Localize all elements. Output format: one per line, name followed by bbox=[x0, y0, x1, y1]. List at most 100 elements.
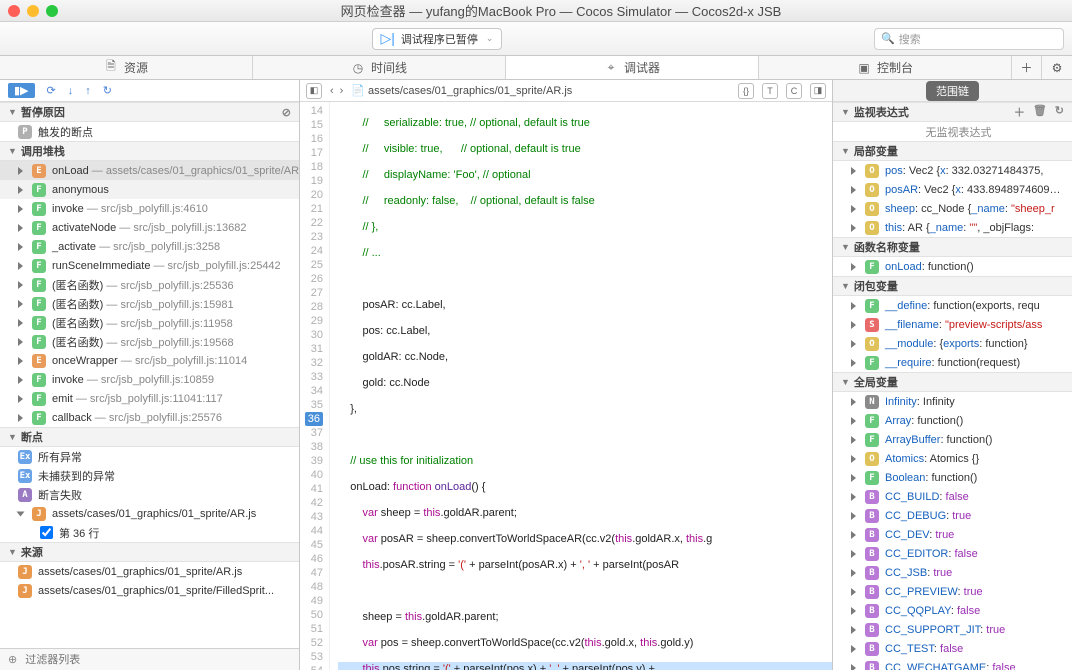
step-btn[interactable]: ↻ bbox=[103, 84, 112, 97]
callstack-frame[interactable]: F(匿名函数) — src/jsb_polyfill.js:19568 bbox=[0, 332, 299, 351]
right-sidebar-toggle[interactable]: ◨ bbox=[810, 83, 826, 99]
type-badge: B bbox=[865, 547, 879, 561]
type-badge: B bbox=[865, 604, 879, 618]
search-field[interactable]: 🔍 搜索 bbox=[874, 28, 1064, 50]
zoom-icon[interactable] bbox=[46, 5, 58, 17]
var-row[interactable]: BCC_JSB: true bbox=[833, 563, 1072, 582]
var-row[interactable]: BCC_PREVIEW: true bbox=[833, 582, 1072, 601]
t-btn[interactable]: T bbox=[762, 83, 778, 99]
var-row[interactable]: S__filename: "preview-scripts/ass bbox=[833, 315, 1072, 334]
sources-header[interactable]: ▼来源 bbox=[0, 542, 299, 562]
var-row[interactable]: BCC_QQPLAY: false bbox=[833, 601, 1072, 620]
var-row[interactable]: BCC_DEV: true bbox=[833, 525, 1072, 544]
bp-file[interactable]: Jassets/cases/01_graphics/01_sprite/AR.j… bbox=[0, 504, 299, 523]
bp-assert[interactable]: A断言失败 bbox=[0, 485, 299, 504]
var-row[interactable]: OposAR: Vec2 {x: 433.8948974609… bbox=[833, 180, 1072, 199]
var-row[interactable]: BCC_TEST: false bbox=[833, 639, 1072, 658]
bp-checkbox[interactable] bbox=[40, 526, 53, 539]
trash-icon[interactable]: 🗑 bbox=[1033, 104, 1047, 120]
watch-header[interactable]: ▼监视表达式＋🗑↻ bbox=[833, 102, 1072, 122]
pause-btn[interactable]: ▮▶ bbox=[8, 83, 35, 98]
callstack-frame[interactable]: FrunSceneImmediate — src/jsb_polyfill.js… bbox=[0, 256, 299, 275]
continue-icon[interactable]: ▷| bbox=[381, 30, 395, 47]
var-row[interactable]: BCC_EDITOR: false bbox=[833, 544, 1072, 563]
bp-line[interactable]: 第 36 行 bbox=[0, 523, 299, 542]
var-row[interactable]: FArray: function() bbox=[833, 411, 1072, 430]
var-row[interactable]: Othis: AR {_name: "", _objFlags: bbox=[833, 218, 1072, 237]
tab-add[interactable]: ＋ bbox=[1012, 56, 1042, 79]
filter-input[interactable] bbox=[25, 654, 291, 666]
pause-reason-header[interactable]: ▼暂停原因⊘ bbox=[0, 102, 299, 122]
callstack-frame[interactable]: F(匿名函数) — src/jsb_polyfill.js:25536 bbox=[0, 275, 299, 294]
nav-fwd[interactable]: › bbox=[340, 85, 344, 97]
sidebar-toggle[interactable]: ◧ bbox=[306, 83, 322, 99]
callstack-frame[interactable]: Fanonymous bbox=[0, 180, 299, 199]
callstack-frame[interactable]: Fcallback — src/jsb_polyfill.js:25576 bbox=[0, 408, 299, 427]
callstack-header[interactable]: ▼调用堆栈 bbox=[0, 141, 299, 161]
left-statusbar: ⊕ bbox=[0, 648, 299, 670]
step-out-btn[interactable]: ↑ bbox=[85, 85, 91, 97]
step-over-btn[interactable]: ⟳ bbox=[47, 84, 56, 97]
code-editor[interactable]: 1415161718192021222324252627282930313233… bbox=[300, 102, 832, 670]
step-into-btn[interactable]: ↓ bbox=[68, 85, 74, 97]
pause-reason-row: P触发的断点 bbox=[0, 122, 299, 141]
tab-resources[interactable]: 🗎资源 bbox=[0, 56, 253, 79]
type-badge: F bbox=[865, 433, 879, 447]
var-row[interactable]: BCC_DEBUG: true bbox=[833, 506, 1072, 525]
right-panel: 范围链 ▼监视表达式＋🗑↻ 无监视表达式 ▼局部变量 Opos: Vec2 {x… bbox=[832, 80, 1072, 670]
breakpoints-header[interactable]: ▼断点 bbox=[0, 427, 299, 447]
var-row[interactable]: BCC_BUILD: false bbox=[833, 487, 1072, 506]
var-row[interactable]: FonLoad: function() bbox=[833, 257, 1072, 276]
tab-gear[interactable]: ⚙ bbox=[1042, 56, 1072, 79]
var-row[interactable]: FBoolean: function() bbox=[833, 468, 1072, 487]
close-icon[interactable] bbox=[8, 5, 20, 17]
scope-chain-btn[interactable]: 范围链 bbox=[926, 81, 979, 101]
nav-back[interactable]: ‹ bbox=[330, 85, 334, 97]
var-row[interactable]: NInfinity: Infinity bbox=[833, 392, 1072, 411]
bp-all-exceptions[interactable]: Ex所有异常 bbox=[0, 447, 299, 466]
var-row[interactable]: F__define: function(exports, requ bbox=[833, 296, 1072, 315]
var-row[interactable]: Osheep: cc_Node {_name: "sheep_r bbox=[833, 199, 1072, 218]
callstack-frame[interactable]: Finvoke — src/jsb_polyfill.js:10859 bbox=[0, 370, 299, 389]
var-row[interactable]: OAtomics: Atomics {} bbox=[833, 449, 1072, 468]
add-icon[interactable]: ＋ bbox=[1014, 104, 1025, 120]
refresh-icon[interactable]: ↻ bbox=[1055, 104, 1064, 120]
callstack-frame[interactable]: F(匿名函数) — src/jsb_polyfill.js:15981 bbox=[0, 294, 299, 313]
code-body: // serializable: true, // optional, defa… bbox=[330, 102, 832, 670]
locals-header[interactable]: ▼局部变量 bbox=[833, 141, 1072, 161]
var-row[interactable]: FArrayBuffer: function() bbox=[833, 430, 1072, 449]
frame-badge: E bbox=[32, 354, 46, 368]
tab-debugger[interactable]: ⌖调试器 bbox=[506, 56, 759, 79]
tab-console[interactable]: ▣控制台 bbox=[759, 56, 1012, 79]
var-row[interactable]: O__module: {exports: function} bbox=[833, 334, 1072, 353]
bp-uncaught[interactable]: Ex未捕获到的异常 bbox=[0, 466, 299, 485]
js-file-icon: J bbox=[32, 507, 46, 521]
var-row[interactable]: BCC_SUPPORT_JIT: true bbox=[833, 620, 1072, 639]
var-row[interactable]: BCC_WECHATGAME: false bbox=[833, 658, 1072, 670]
callstack-frame[interactable]: EonLoad — assets/cases/01_graphics/01_sp… bbox=[0, 161, 299, 180]
globals-header[interactable]: ▼全局变量 bbox=[833, 372, 1072, 392]
closure-header[interactable]: ▼闭包变量 bbox=[833, 276, 1072, 296]
source-item[interactable]: Jassets/cases/01_graphics/01_sprite/Fill… bbox=[0, 581, 299, 600]
callstack-frame[interactable]: F_activate — src/jsb_polyfill.js:3258 bbox=[0, 237, 299, 256]
braces-btn[interactable]: {} bbox=[738, 83, 754, 99]
debug-status-control[interactable]: ▷| 调试程序已暂停 ⌄ bbox=[372, 28, 503, 50]
var-row[interactable]: Opos: Vec2 {x: 332.03271484375, bbox=[833, 161, 1072, 180]
clear-icon[interactable]: ⊘ bbox=[282, 106, 291, 119]
source-item[interactable]: Jassets/cases/01_graphics/01_sprite/AR.j… bbox=[0, 562, 299, 581]
chevron-down-icon[interactable]: ⌄ bbox=[486, 33, 494, 44]
tab-timeline[interactable]: ◷时间线 bbox=[253, 56, 506, 79]
funcvars-header[interactable]: ▼函数名称变量 bbox=[833, 237, 1072, 257]
c-btn[interactable]: C bbox=[786, 83, 802, 99]
type-badge: B bbox=[865, 490, 879, 504]
file-crumb[interactable]: 📄assets/cases/01_graphics/01_sprite/AR.j… bbox=[351, 84, 730, 97]
var-row[interactable]: F__require: function(request) bbox=[833, 353, 1072, 372]
callstack-frame[interactable]: EonceWrapper — src/jsb_polyfill.js:11014 bbox=[0, 351, 299, 370]
callstack-frame[interactable]: F(匿名函数) — src/jsb_polyfill.js:11958 bbox=[0, 313, 299, 332]
callstack-frame[interactable]: Femit — src/jsb_polyfill.js:11041:117 bbox=[0, 389, 299, 408]
type-badge: B bbox=[865, 661, 879, 670]
callstack-frame[interactable]: Finvoke — src/jsb_polyfill.js:4610 bbox=[0, 199, 299, 218]
add-icon[interactable]: ⊕ bbox=[8, 653, 17, 666]
callstack-frame[interactable]: FactivateNode — src/jsb_polyfill.js:1368… bbox=[0, 218, 299, 237]
minimize-icon[interactable] bbox=[27, 5, 39, 17]
